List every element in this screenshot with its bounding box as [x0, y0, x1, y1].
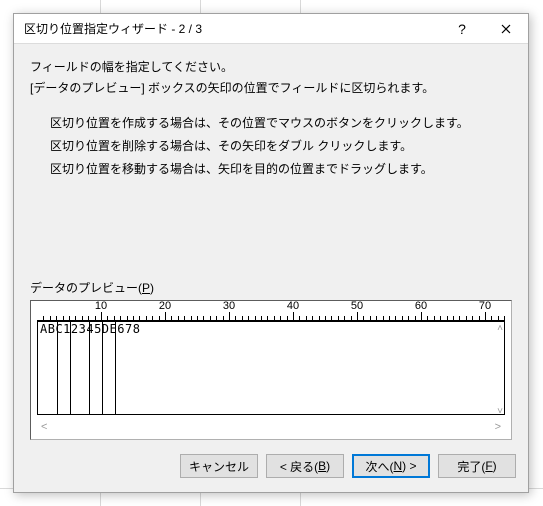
- horizontal-scroll[interactable]: < >: [37, 421, 505, 437]
- instruction-text: 区切り位置を作成する場合は、その位置でマウスのボタンをクリックします。: [50, 114, 512, 131]
- finish-button[interactable]: 完了(F): [438, 454, 516, 478]
- ruler: 10203040506070: [37, 303, 505, 321]
- instruction-text: フィールドの幅を指定してください。: [30, 58, 512, 75]
- cancel-button[interactable]: キャンセル: [180, 454, 258, 478]
- dialog-content: フィールドの幅を指定してください。 [データのプレビュー] ボックスの矢印の位置…: [14, 44, 528, 442]
- scroll-right-icon: >: [495, 421, 501, 437]
- data-preview-box[interactable]: 10203040506070 ABC12345DE678 ˄ ˅ < >: [30, 300, 512, 440]
- close-button[interactable]: [484, 14, 528, 44]
- dialog-title: 区切り位置指定ウィザード - 2 / 3: [24, 20, 440, 37]
- vertical-scroll[interactable]: ˄ ˅: [493, 323, 507, 417]
- close-icon: [501, 24, 511, 34]
- title-bar: 区切り位置指定ウィザード - 2 / 3 ?: [14, 14, 528, 44]
- scroll-left-icon: <: [41, 421, 47, 437]
- preview-data-area[interactable]: ABC12345DE678: [37, 321, 505, 415]
- scroll-up-icon: ˄: [497, 323, 503, 334]
- button-row: キャンセル < 戻る(B) 次へ(N) > 完了(F): [14, 442, 528, 492]
- preview-data-line: ABC12345DE678: [40, 322, 140, 336]
- scroll-down-icon: ˅: [497, 406, 503, 417]
- back-button[interactable]: < 戻る(B): [266, 454, 344, 478]
- help-button[interactable]: ?: [440, 14, 484, 44]
- instruction-text: 区切り位置を削除する場合は、その矢印をダブル クリックします。: [50, 137, 512, 154]
- next-button[interactable]: 次へ(N) >: [352, 454, 430, 478]
- instruction-text: [データのプレビュー] ボックスの矢印の位置でフィールドに区切られます。: [30, 79, 512, 96]
- wizard-dialog: 区切り位置指定ウィザード - 2 / 3 ? フィールドの幅を指定してください。…: [13, 13, 529, 493]
- preview-label: データのプレビュー(P): [30, 279, 512, 296]
- instruction-text: 区切り位置を移動する場合は、矢印を目的の位置までドラッグします。: [50, 160, 512, 177]
